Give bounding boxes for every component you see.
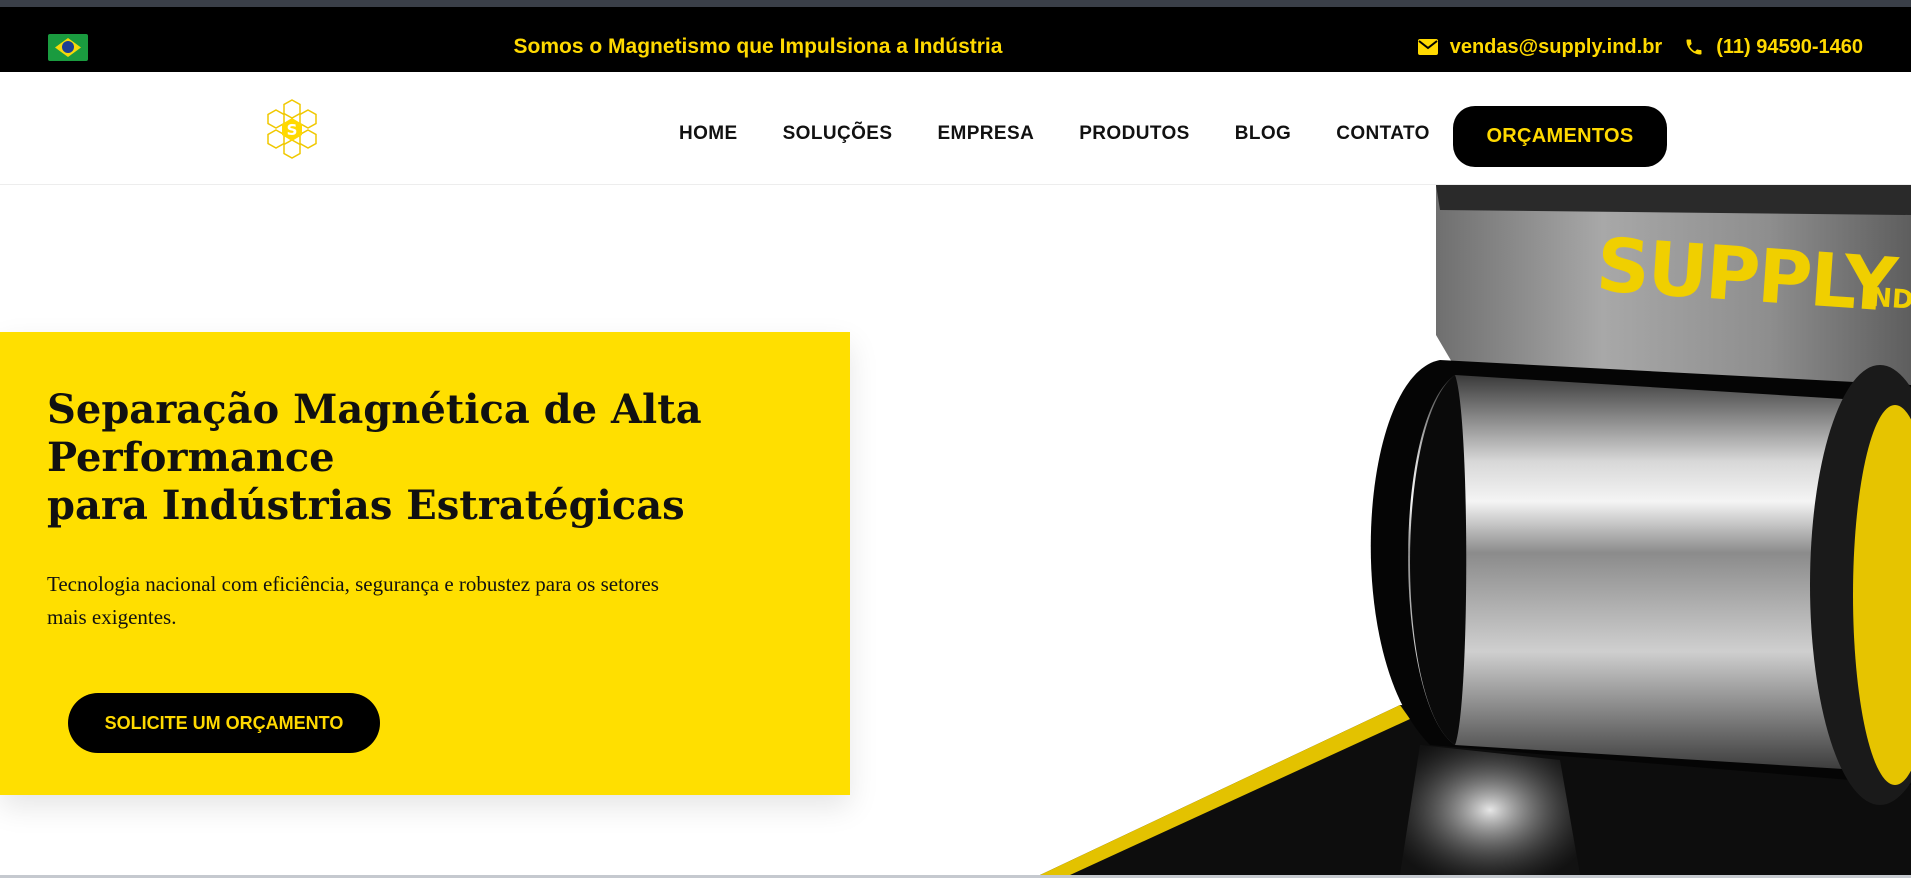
contact-info: vendas@supply.ind.br (11) 94590-1460 <box>1417 33 1863 61</box>
orcamentos-button[interactable]: ORÇAMENTOS <box>1453 106 1667 167</box>
machine-brand-suffix: IND <box>1860 282 1911 316</box>
envelope-icon <box>1417 39 1438 55</box>
nav-contato[interactable]: CONTATO <box>1336 122 1430 146</box>
nav-home[interactable]: HOME <box>679 122 738 146</box>
hero-title: Separação Magnética de Alta Performance … <box>47 386 767 530</box>
magnetic-separator-illustration: SUPPLY IND <box>1000 185 1911 878</box>
phone-icon <box>1686 39 1702 55</box>
nav-produtos[interactable]: PRODUTOS <box>1079 122 1190 146</box>
hero-title-line2: Performance <box>47 434 335 481</box>
hero-card: Separação Magnética de Alta Performance … <box>0 332 850 795</box>
nav-empresa[interactable]: EMPRESA <box>937 122 1034 146</box>
svg-text:S: S <box>287 121 298 139</box>
hero-title-line3: para Indústrias Estratégicas <box>47 482 685 529</box>
nav-blog[interactable]: BLOG <box>1235 122 1292 146</box>
main-nav: HOME SOLUÇÕES EMPRESA PRODUTOS BLOG CONT… <box>679 122 1430 146</box>
hero-title-line1: Separação Magnética de Alta <box>47 386 702 433</box>
hero-subtitle: Tecnologia nacional com eficiência, segu… <box>47 572 659 629</box>
nav-solucoes[interactable]: SOLUÇÕES <box>783 122 893 146</box>
browser-edge <box>0 0 1911 7</box>
email-link[interactable]: vendas@supply.ind.br <box>1450 33 1663 61</box>
supply-hexagon-logo-icon[interactable]: S <box>262 98 322 165</box>
slogan-text: Somos o Magnetismo que Impulsiona a Indú… <box>513 35 1003 58</box>
phone-link[interactable]: (11) 94590-1460 <box>1716 33 1863 61</box>
solicite-orcamento-button[interactable]: SOLICITE UM ORÇAMENTO <box>68 693 380 753</box>
top-bar: Somos o Magnetismo que Impulsiona a Indú… <box>0 7 1911 72</box>
